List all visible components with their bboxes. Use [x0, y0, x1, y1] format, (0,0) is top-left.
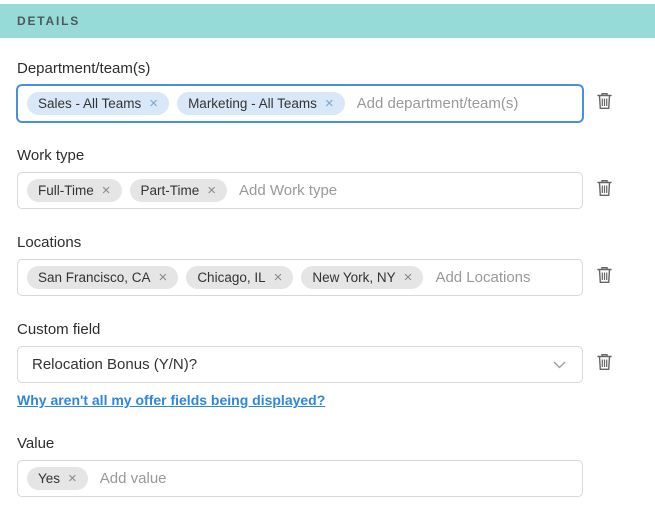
- remove-tag-icon[interactable]: ×: [68, 471, 77, 486]
- value-add-input[interactable]: [95, 468, 573, 489]
- remove-tag-icon[interactable]: ×: [102, 183, 111, 198]
- section-title: DETAILS: [17, 14, 81, 28]
- field-custom-field: Custom field Relocation Bonus (Y/N)? Why…: [17, 321, 638, 410]
- remove-tag-icon[interactable]: ×: [159, 270, 168, 285]
- tag-full-time: Full-Time ×: [27, 179, 122, 202]
- value-tags-input[interactable]: Yes ×: [17, 460, 583, 497]
- department-add-input[interactable]: [352, 93, 573, 114]
- tag-label: Part-Time: [140, 183, 200, 198]
- delete-custom-field-button[interactable]: [595, 353, 613, 376]
- delete-work-type-field-button[interactable]: [595, 179, 613, 202]
- locations-add-input[interactable]: [431, 267, 573, 288]
- work-type-add-input[interactable]: [235, 180, 573, 201]
- department-tags-input[interactable]: Sales - All Teams × Marketing - All Team…: [17, 85, 583, 122]
- tag-marketing-all-teams: Marketing - All Teams ×: [177, 92, 345, 115]
- tag-chicago: Chicago, IL ×: [186, 266, 294, 289]
- field-work-type: Work type Full-Time × Part-Time ×: [17, 147, 638, 209]
- locations-label: Locations: [17, 234, 82, 251]
- delete-locations-field-button[interactable]: [595, 266, 613, 289]
- custom-field-select[interactable]: Relocation Bonus (Y/N)?: [17, 346, 583, 383]
- tag-sales-all-teams: Sales - All Teams ×: [27, 92, 170, 115]
- trash-icon: [596, 92, 612, 115]
- remove-tag-icon[interactable]: ×: [274, 270, 283, 285]
- field-value: Value Yes ×: [17, 435, 638, 497]
- tag-label: Yes: [38, 471, 61, 486]
- trash-icon: [596, 179, 612, 202]
- department-label: Department/team(s): [17, 60, 151, 77]
- locations-tags-input[interactable]: San Francisco, CA × Chicago, IL × New Yo…: [17, 259, 583, 296]
- delete-department-field-button[interactable]: [595, 92, 613, 115]
- work-type-tags-input[interactable]: Full-Time × Part-Time ×: [17, 172, 583, 209]
- tag-label: Chicago, IL: [197, 270, 266, 285]
- tag-label: Marketing - All Teams: [188, 96, 317, 111]
- tag-yes: Yes ×: [27, 467, 88, 490]
- custom-field-selected-value: Relocation Bonus (Y/N)?: [32, 356, 198, 373]
- tag-label: San Francisco, CA: [38, 270, 151, 285]
- work-type-label: Work type: [17, 147, 85, 164]
- field-department: Department/team(s) Sales - All Teams × M…: [17, 60, 638, 122]
- chevron-down-icon: [553, 356, 566, 373]
- details-section-header: DETAILS: [0, 4, 655, 38]
- trash-icon: [596, 353, 612, 376]
- tag-new-york: New York, NY ×: [301, 266, 424, 289]
- details-form: Department/team(s) Sales - All Teams × M…: [0, 38, 655, 497]
- value-label: Value: [17, 435, 55, 452]
- remove-tag-icon[interactable]: ×: [404, 270, 413, 285]
- remove-tag-icon[interactable]: ×: [149, 96, 158, 111]
- trash-icon: [596, 266, 612, 289]
- tag-label: New York, NY: [312, 270, 396, 285]
- remove-tag-icon[interactable]: ×: [207, 183, 216, 198]
- tag-part-time: Part-Time ×: [129, 179, 228, 202]
- tag-label: Sales - All Teams: [38, 96, 142, 111]
- tag-label: Full-Time: [38, 183, 94, 198]
- remove-tag-icon[interactable]: ×: [325, 96, 334, 111]
- offer-fields-help-link[interactable]: Why aren't all my offer fields being dis…: [17, 392, 325, 408]
- tag-san-francisco: San Francisco, CA ×: [27, 266, 179, 289]
- custom-field-label: Custom field: [17, 321, 101, 338]
- field-locations: Locations San Francisco, CA × Chicago, I…: [17, 234, 638, 296]
